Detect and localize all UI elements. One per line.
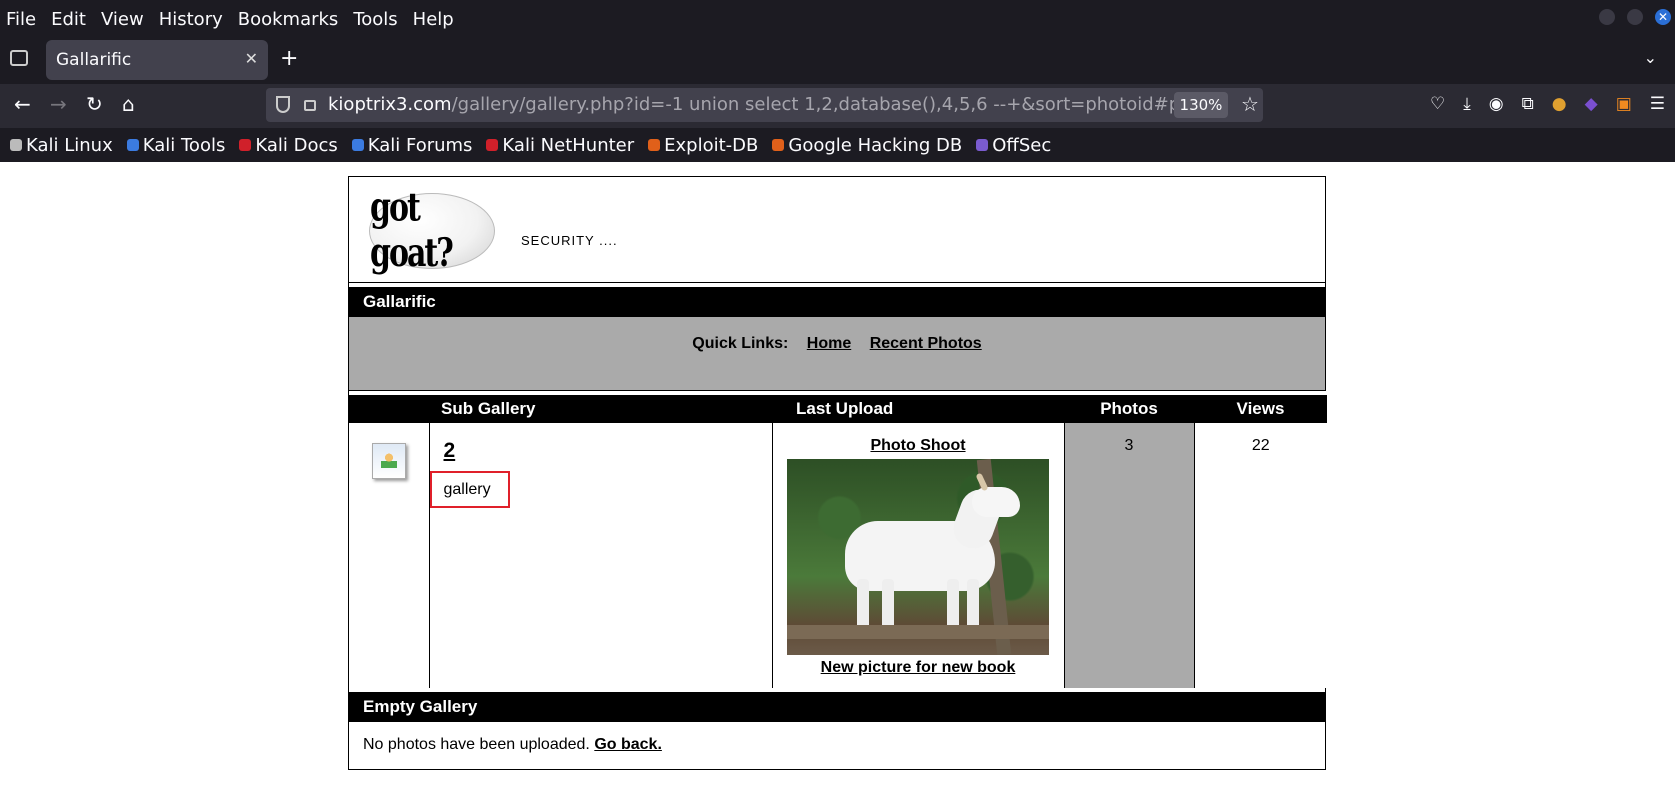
home-icon[interactable]: ⌂: [122, 92, 135, 116]
menu-edit[interactable]: Edit: [51, 9, 86, 30]
window-controls: ✕: [1599, 9, 1675, 25]
sub-gallery-table: Sub Gallery Last Upload Photos Views 2 g…: [349, 391, 1327, 688]
reload-icon[interactable]: ↻: [86, 92, 103, 116]
menu-history[interactable]: History: [159, 9, 223, 30]
zoom-level[interactable]: 130%: [1174, 92, 1228, 118]
gallery-title-bar: Gallarific: [349, 283, 1325, 317]
bookmark-label: Kali Forums: [367, 134, 473, 156]
foxyproxy-icon[interactable]: ●: [1552, 94, 1567, 114]
bookmark-kali-nethunter[interactable]: Kali NetHunter: [486, 135, 634, 156]
empty-text: No photos have been uploaded.: [363, 736, 590, 753]
lock-icon[interactable]: [304, 100, 316, 111]
menu-file[interactable]: File: [6, 9, 36, 30]
site-tagline: SECURITY ....: [521, 233, 618, 248]
exploit-db-icon: [648, 139, 661, 151]
bookmark-label: Kali Tools: [142, 134, 226, 156]
menu-bookmarks[interactable]: Bookmarks: [238, 9, 339, 30]
ghdb-icon: [772, 139, 785, 151]
bookmark-label: Kali Linux: [26, 134, 113, 156]
bookmark-label: OffSec: [992, 134, 1052, 156]
sub-gallery-cell: 2 gallery: [429, 423, 773, 688]
bookmark-kali-docs[interactable]: Kali Docs: [239, 134, 338, 156]
menu-tools[interactable]: Tools: [353, 9, 397, 30]
empty-gallery-bar: Empty Gallery: [349, 688, 1325, 722]
site-logo[interactable]: got goat?: [369, 186, 495, 277]
nav-bar: ← → ↻ ⌂ kioptrix3.com/gallery/gallery.ph…: [0, 84, 1675, 128]
kali-linux-icon: [10, 139, 22, 151]
downloads-icon[interactable]: ⤓: [1463, 94, 1471, 114]
quick-links: Quick Links: Home Recent Photos: [349, 317, 1325, 391]
minimize-button[interactable]: [1599, 9, 1615, 25]
tab-gallarific[interactable]: Gallarific ✕: [46, 40, 268, 80]
views-header: Views: [1194, 393, 1327, 423]
photo-caption-link[interactable]: New picture for new book: [821, 659, 1016, 676]
last-upload-cell: Photo Shoot New picture for new book: [772, 423, 1065, 688]
bookmarks-toolbar: Kali Linux Kali Tools Kali Docs Kali For…: [0, 128, 1675, 162]
empty-gallery-message: No photos have been uploaded. Go back.: [349, 722, 1325, 768]
bookmark-label: Google Hacking DB: [788, 134, 963, 156]
bookmark-star-icon[interactable]: ☆: [1241, 92, 1259, 116]
url-host: kioptrix3.com: [328, 94, 452, 115]
goat-photo[interactable]: [787, 459, 1049, 655]
url-path: /gallery/gallery.php?id=-1 union select …: [451, 94, 1176, 115]
tab-overview-icon[interactable]: [10, 50, 28, 66]
gallery-thumb-cell: [349, 423, 430, 688]
bookmark-kali-forums[interactable]: Kali Forums: [351, 134, 473, 156]
bookmark-kali-linux[interactable]: Kali Linux: [10, 135, 113, 156]
kali-nethunter-icon: [486, 139, 499, 151]
logo-text: got goat?: [370, 185, 454, 277]
maximize-button[interactable]: [1627, 9, 1643, 25]
account-icon[interactable]: ◉: [1489, 94, 1504, 114]
bookmark-google-hacking-db[interactable]: Google Hacking DB: [772, 135, 962, 156]
photos-count: 3: [1064, 423, 1195, 688]
bookmark-label: Exploit-DB: [664, 134, 759, 156]
photos-header: Photos: [1064, 393, 1194, 423]
quick-links-label: Quick Links:: [692, 335, 789, 352]
url-text[interactable]: kioptrix3.com/gallery/gallery.php?id=-1 …: [328, 94, 1176, 115]
extension-badge-icon[interactable]: ◆: [1585, 94, 1598, 114]
tab-title: Gallarific: [56, 50, 132, 70]
site-header: got goat? SECURITY ....: [349, 177, 1325, 283]
icon-column-header: [349, 393, 429, 423]
menu-view[interactable]: View: [101, 9, 144, 30]
sub-gallery-name-link[interactable]: 2: [444, 439, 772, 463]
views-count: 22: [1194, 423, 1327, 688]
tab-bar: Gallarific ✕ + ⌄: [0, 38, 1675, 84]
bookmark-label: Kali NetHunter: [502, 134, 635, 156]
home-link[interactable]: Home: [807, 335, 851, 352]
back-icon[interactable]: ←: [14, 92, 31, 116]
bookmark-offsec[interactable]: OffSec: [976, 135, 1051, 156]
go-back-link[interactable]: Go back.: [594, 736, 662, 753]
new-tab-button[interactable]: +: [280, 46, 298, 71]
browser-chrome: File Edit View History Bookmarks Tools H…: [0, 0, 1675, 162]
last-upload-header: Last Upload: [772, 393, 1064, 423]
kali-forums-icon: [351, 139, 364, 151]
kali-tools-icon: [126, 139, 139, 151]
sub-gallery-description: gallery: [429, 471, 510, 508]
offsec-icon: [976, 139, 989, 151]
photo-shoot-link[interactable]: Photo Shoot: [870, 437, 965, 454]
gallery-thumbnail-icon[interactable]: [371, 443, 406, 479]
close-window-button[interactable]: ✕: [1655, 9, 1671, 25]
ip-extension-icon[interactable]: ▣: [1616, 94, 1632, 114]
kali-docs-icon: [239, 139, 252, 151]
close-tab-icon[interactable]: ✕: [245, 49, 258, 68]
bookmark-kali-tools[interactable]: Kali Tools: [126, 134, 226, 156]
bookmark-exploit-db[interactable]: Exploit-DB: [648, 135, 758, 156]
table-row: 2 gallery Photo Shoot New picture for ne…: [349, 423, 1327, 688]
bookmark-label: Kali Docs: [255, 134, 338, 156]
gallery-page: got goat? SECURITY .... Gallarific Quick…: [348, 176, 1327, 770]
url-bar[interactable]: kioptrix3.com/gallery/gallery.php?id=-1 …: [266, 88, 1263, 122]
extensions-icon[interactable]: ⧉: [1522, 94, 1534, 114]
menu-help[interactable]: Help: [413, 9, 454, 30]
forward-icon[interactable]: →: [50, 92, 67, 116]
pocket-icon[interactable]: ♡: [1430, 94, 1445, 114]
recent-photos-link[interactable]: Recent Photos: [870, 335, 982, 352]
hamburger-menu-icon[interactable]: ☰: [1650, 94, 1665, 114]
toolbar-icons: ♡ ⤓ ◉ ⧉ ● ◆ ▣ ☰: [1430, 94, 1665, 114]
shield-icon[interactable]: [276, 96, 290, 113]
chevron-down-icon[interactable]: ⌄: [1644, 48, 1657, 67]
menu-bar: File Edit View History Bookmarks Tools H…: [0, 0, 1675, 38]
sub-gallery-header: Sub Gallery: [429, 393, 772, 423]
